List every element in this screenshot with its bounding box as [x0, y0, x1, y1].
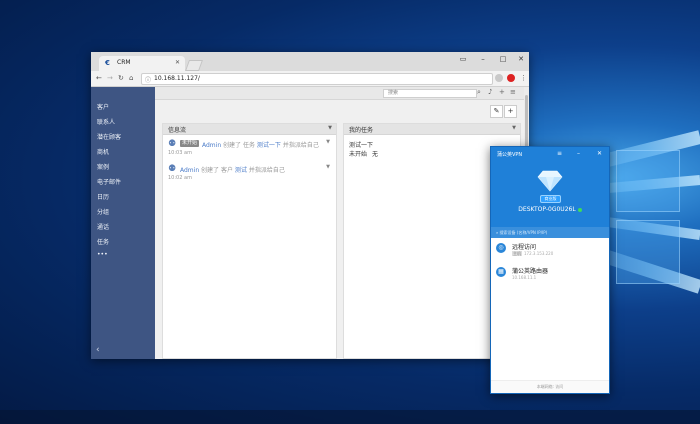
vpn-footer: 本端网络: 访问 [491, 380, 609, 393]
chrome-menu-icon[interactable]: ⋮ [520, 74, 527, 82]
sidebar-item-meetings[interactable]: 分组 [97, 207, 109, 216]
status-badge: 未开始 [180, 140, 200, 147]
target-link[interactable]: 测试 [235, 167, 247, 174]
tab-close-icon[interactable]: ✕ [175, 59, 180, 66]
stream-options-icon[interactable]: ▼ [328, 125, 332, 131]
forward-arrow-icon[interactable]: → [107, 74, 113, 82]
device-search-icon: ⌕ [496, 230, 499, 235]
sidebar-item-leads[interactable]: 潜在顾客 [97, 132, 121, 141]
sidebar-item-accounts[interactable]: 客户 [97, 102, 109, 111]
stream-item: ⚉ Admin 创建了 客户 测试 并指派给自己 10:02 am ▼ [168, 164, 330, 186]
diamond-logo-icon [537, 170, 563, 192]
user-avatar-icon: ⚉ [168, 139, 177, 149]
stream-title: 信息流 [168, 127, 187, 134]
vpn-window: 蒲公英VPN ≡ – ✕ 商业版 DESKTOP-0G0U26L ⌕ 搜索设备 … [490, 146, 610, 394]
tab-title: CRM [117, 59, 131, 66]
vpn-close-icon[interactable]: ✕ [597, 150, 602, 157]
global-search-input[interactable]: 搜索 [383, 89, 477, 98]
menu-icon[interactable]: ≡ [510, 88, 516, 96]
task-due: 无 [372, 151, 379, 158]
new-tab-button[interactable] [184, 60, 204, 71]
crm-app: 客户 联系人 潜在顾客 商机 案例 电子邮件 日历 分组 通话 任务 ••• ‹… [91, 87, 529, 359]
device-tag: 主机 [512, 251, 522, 256]
search-icon[interactable]: ⌕ [477, 88, 481, 97]
stream-panel-header: 信息流 ▼ [163, 124, 336, 135]
stream-time: 10:03 am [168, 150, 192, 156]
target-link[interactable]: 测试一下 [257, 142, 281, 149]
bell-icon[interactable]: ♪ [488, 88, 492, 96]
user-profile-icon[interactable]: ▭ [457, 55, 469, 63]
remote-access-icon: ◎ [496, 243, 506, 253]
sidebar-item-tasks[interactable]: 任务 [97, 237, 109, 246]
tasks-title: 我的任务 [349, 127, 374, 134]
user-avatar-icon: ⚉ [168, 164, 177, 174]
router-icon: ▦ [496, 267, 506, 277]
adblock-icon[interactable] [507, 74, 515, 82]
sidebar-item-calendar[interactable]: 日历 [97, 192, 109, 201]
stream-item-options-icon[interactable]: ▼ [326, 139, 330, 145]
device-search-input[interactable]: ⌕ 搜索设备 (名称/VPN IP/IP) [491, 227, 609, 238]
home-icon[interactable]: ⌂ [129, 74, 133, 82]
stream-verb: 创建了 客户 [201, 167, 233, 174]
crm-sidebar: 客户 联系人 潜在顾客 商机 案例 电子邮件 日历 分组 通话 任务 ••• ‹ [91, 87, 155, 359]
hostname-text: DESKTOP-0G0U26L [518, 206, 576, 213]
device-name: 蒲公英路由器 [512, 268, 549, 275]
url-text: 10.168.11.127/ [154, 75, 200, 82]
stream-item: ⚉ 未开始 Admin 创建了 任务 测试一下 并指派给自己 10:03 am … [168, 139, 330, 161]
vpn-title: 蒲公英VPN [497, 152, 523, 158]
actor-link[interactable]: Admin [202, 142, 221, 149]
stream-suffix: 并指派给自己 [248, 167, 285, 174]
address-bar[interactable]: ⓘ 10.168.11.127/ [141, 73, 493, 85]
device-ip: 10.168.11.1 [512, 275, 537, 280]
device-name: 远程访问 [512, 244, 537, 251]
crm-topbar: 搜索 ⌕ ♪ + ≡ [155, 87, 529, 100]
sidebar-item-more[interactable]: ••• [97, 251, 108, 258]
device-row-remote[interactable]: ◎ 远程访问 主机 172.3.153.220 [496, 242, 606, 264]
sidebar-item-email[interactable]: 电子邮件 [97, 177, 121, 186]
browser-window: € CRM ✕ ▭ – □ ✕ ← → ↻ ⌂ ⓘ 10.168.11.127/… [91, 52, 529, 359]
task-status: 未开始 [349, 151, 368, 158]
maximize-icon[interactable]: □ [497, 55, 509, 63]
browser-titlebar: € CRM ✕ ▭ – □ ✕ [91, 52, 529, 71]
online-status-icon [577, 207, 582, 212]
sidebar-item-cases[interactable]: 案例 [97, 162, 109, 171]
quick-create-icon[interactable]: + [499, 88, 505, 96]
collapse-sidebar-icon[interactable]: ‹ [96, 345, 100, 355]
back-arrow-icon[interactable]: ← [96, 74, 102, 82]
stream-verb: 创建了 任务 [223, 142, 255, 149]
device-search-placeholder: 搜索设备 (名称/VPN IP/IP) [499, 230, 548, 235]
close-window-icon[interactable]: ✕ [515, 55, 527, 63]
tab-crm[interactable]: € CRM ✕ [99, 56, 185, 71]
task-item-link[interactable]: 测试一下 [349, 140, 373, 149]
crm-favicon-icon: € [105, 59, 110, 67]
browser-toolbar: ← → ↻ ⌂ ⓘ 10.168.11.127/ ⋮ [91, 71, 529, 87]
reload-icon[interactable]: ↻ [118, 74, 124, 82]
stream-item-options-icon[interactable]: ▼ [326, 164, 330, 170]
taskbar [0, 410, 700, 424]
sidebar-item-opportunities[interactable]: 商机 [97, 147, 109, 156]
vpn-menu-icon[interactable]: ≡ [557, 150, 562, 157]
vpn-header: 蒲公英VPN ≡ – ✕ 商业版 DESKTOP-0G0U26L [491, 147, 609, 227]
minimize-icon[interactable]: – [477, 55, 489, 63]
tasks-options-icon[interactable]: ▼ [512, 125, 516, 131]
device-row-router[interactable]: ▦ 蒲公英路由器 10.168.11.1 [496, 266, 606, 288]
sidebar-item-calls[interactable]: 通话 [97, 222, 109, 231]
actor-link[interactable]: Admin [180, 167, 199, 174]
vpn-minimize-icon[interactable]: – [577, 150, 580, 157]
edition-badge: 商业版 [540, 195, 561, 203]
edit-dashboard-button[interactable]: ✎ [490, 105, 503, 118]
stream-suffix: 并指派给自己 [282, 142, 319, 149]
device-ip: 172.3.153.220 [524, 251, 554, 256]
extension-icon[interactable] [495, 74, 503, 82]
stream-panel: 信息流 ▼ ⚉ 未开始 Admin 创建了 任务 测试一下 并指派给自己 10:… [162, 123, 337, 359]
vpn-hostname: DESKTOP-0G0U26L [491, 206, 609, 213]
sidebar-item-contacts[interactable]: 联系人 [97, 117, 115, 126]
stream-time: 10:02 am [168, 175, 192, 181]
add-dashlet-button[interactable]: + [504, 105, 517, 118]
tasks-panel-header: 我的任务 ▼ [344, 124, 520, 135]
page-info-icon[interactable]: ⓘ [145, 75, 151, 84]
